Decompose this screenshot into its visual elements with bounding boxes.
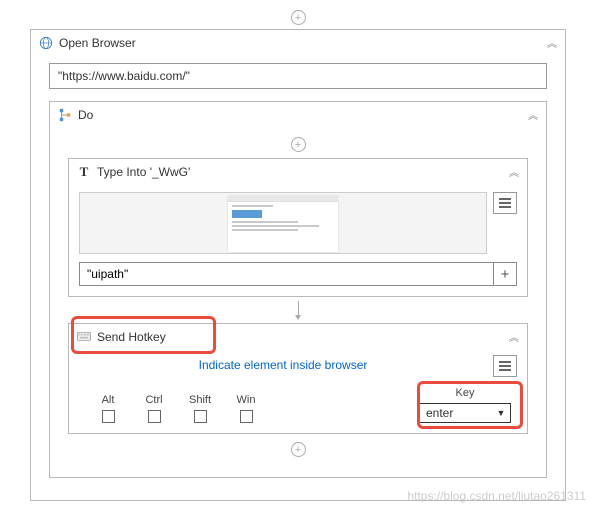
add-activity-button[interactable]: + xyxy=(291,442,306,457)
alt-label: Alt xyxy=(102,394,115,406)
type-into-title: Type Into '_WwG' xyxy=(97,165,503,179)
add-activity-top-button[interactable]: + xyxy=(291,10,306,25)
send-hotkey-title: Send Hotkey xyxy=(97,330,503,344)
key-value: enter xyxy=(420,404,492,422)
browser-url-input[interactable] xyxy=(49,63,547,89)
type-into-value-input[interactable] xyxy=(79,262,493,286)
send-hotkey-activity: Send Hotkey ︽ Indicate element inside br… xyxy=(68,323,528,434)
hotkey-icon xyxy=(77,332,91,342)
open-browser-title: Open Browser xyxy=(59,36,541,50)
collapse-icon[interactable]: ︽ xyxy=(547,35,557,50)
element-screenshot[interactable] xyxy=(79,192,487,254)
collapse-icon[interactable]: ︽ xyxy=(509,164,519,179)
win-label: Win xyxy=(237,394,256,406)
type-into-activity: T Type Into '_WwG' ︽ xyxy=(68,158,528,297)
sequence-icon xyxy=(58,108,72,122)
type-icon: T xyxy=(77,165,91,179)
shift-checkbox[interactable] xyxy=(194,410,207,423)
indicate-element-link[interactable]: Indicate element inside browser xyxy=(79,355,487,377)
collapse-icon[interactable]: ︽ xyxy=(509,329,519,344)
flow-arrow-icon xyxy=(68,297,528,323)
options-menu-button[interactable] xyxy=(493,192,517,214)
do-activity: Do ︽ + T Type Into '_WwG' ︽ xyxy=(49,101,547,478)
do-title: Do xyxy=(78,108,522,122)
ctrl-label: Ctrl xyxy=(145,394,162,406)
win-checkbox[interactable] xyxy=(240,410,253,423)
open-browser-activity: Open Browser ︽ Do ︽ + T Type Into '_WwG' xyxy=(30,29,566,501)
expression-editor-button[interactable]: + xyxy=(493,262,517,286)
globe-icon xyxy=(39,36,53,50)
key-dropdown[interactable]: enter ▼ xyxy=(419,403,511,423)
options-menu-button[interactable] xyxy=(493,355,517,377)
dropdown-arrow-icon: ▼ xyxy=(492,404,510,422)
key-label: Key xyxy=(419,387,511,399)
shift-label: Shift xyxy=(189,394,211,406)
add-activity-button[interactable]: + xyxy=(291,137,306,152)
alt-checkbox[interactable] xyxy=(102,410,115,423)
collapse-icon[interactable]: ︽ xyxy=(528,107,538,122)
ctrl-checkbox[interactable] xyxy=(148,410,161,423)
